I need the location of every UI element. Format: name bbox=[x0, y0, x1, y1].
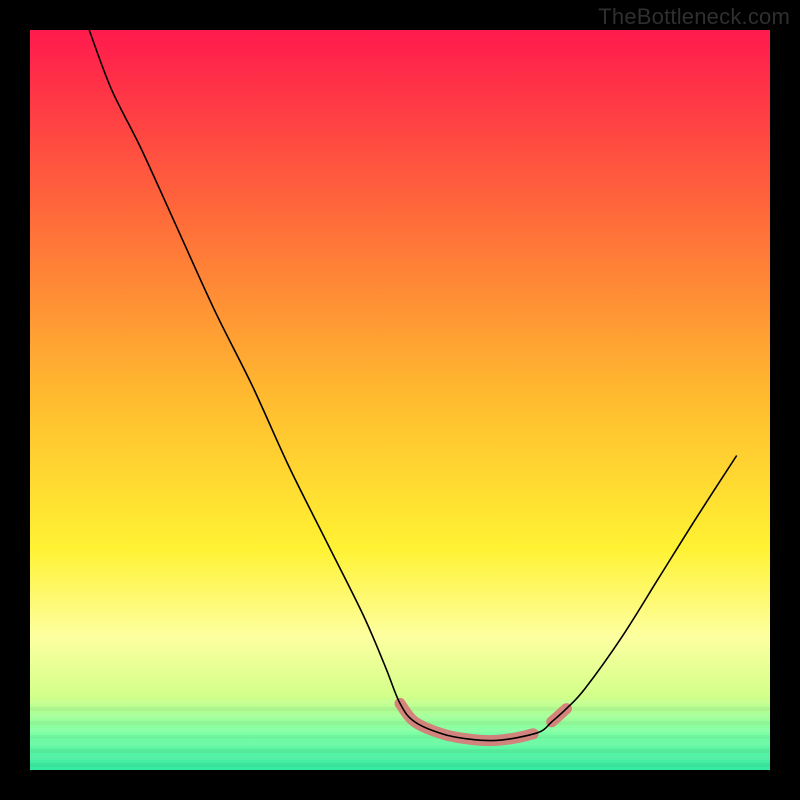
bottleneck-chart-container: TheBottleneck.com bbox=[0, 0, 800, 800]
plot-background bbox=[30, 30, 770, 770]
bottleneck-chart bbox=[0, 0, 800, 800]
